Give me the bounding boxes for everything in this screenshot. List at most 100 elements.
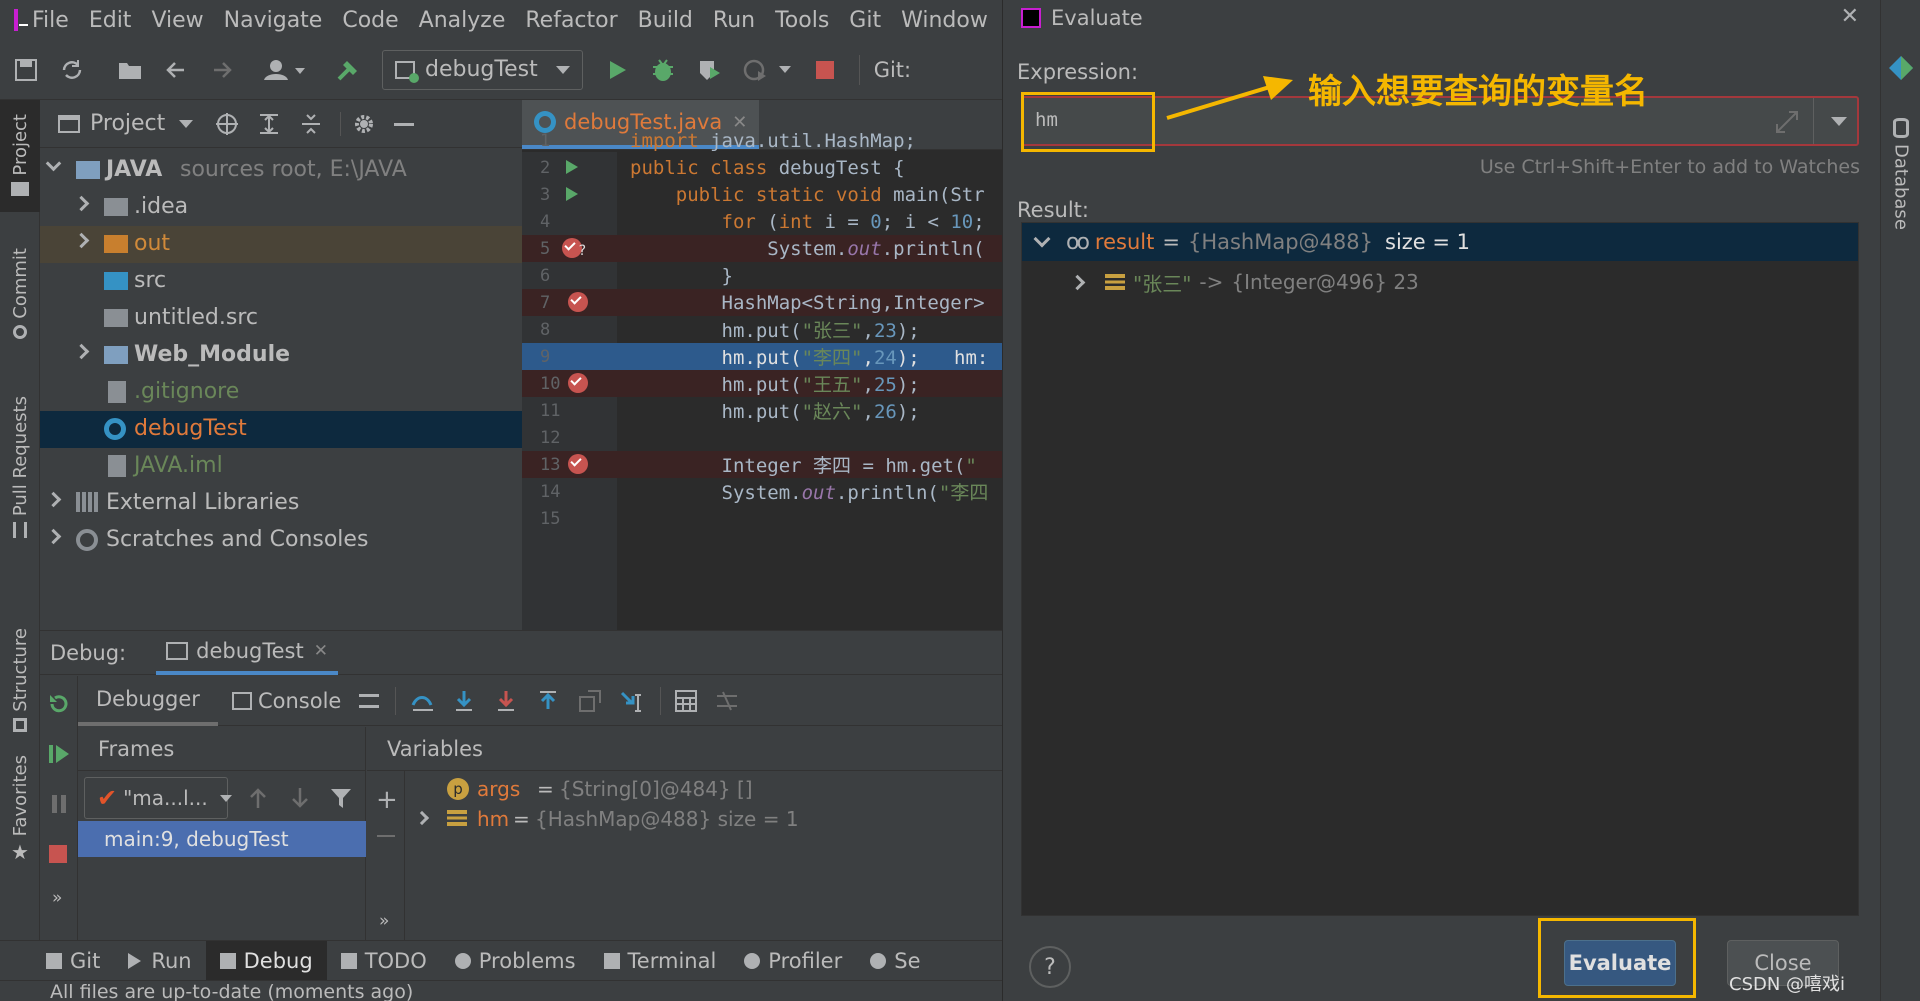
bottom-tab-problems[interactable]: Problems — [441, 941, 590, 981]
tree-item[interactable]: debugTest — [40, 411, 522, 448]
show-execution-point-icon[interactable] — [410, 689, 436, 713]
coverage-icon[interactable] — [689, 50, 729, 90]
evaluate-calculator-icon[interactable] — [675, 689, 698, 712]
project-panel-title[interactable]: Project — [90, 111, 165, 136]
tree-item[interactable]: External Libraries — [40, 485, 522, 522]
chevron-down-icon[interactable] — [179, 119, 194, 128]
stop-icon[interactable] — [805, 50, 845, 90]
menu-git[interactable]: Git — [849, 8, 881, 33]
code-line[interactable]: 11 hm.put("赵六",26); — [522, 397, 1002, 424]
run-more-dropdown-icon[interactable] — [778, 66, 791, 73]
user-dropdown-icon[interactable] — [260, 50, 310, 90]
tree-item[interactable]: Web_Module — [40, 337, 522, 374]
remove-watch-icon[interactable] — [377, 835, 395, 837]
minimize-icon[interactable] — [394, 123, 414, 126]
history-dropdown-icon[interactable] — [1831, 117, 1847, 126]
code-line[interactable]: 1 import java.util.HashMap; — [522, 127, 1002, 154]
chevron-down-icon[interactable] — [45, 155, 62, 172]
run-config-select[interactable]: debugTest — [382, 49, 583, 90]
menu-build[interactable]: Build — [638, 8, 693, 33]
pause-icon[interactable] — [47, 792, 71, 816]
bottom-tab-se[interactable]: Se — [856, 941, 934, 981]
chevron-right-icon[interactable] — [45, 491, 62, 508]
code-line[interactable]: 9 hm.put("李四",24); hm: — [522, 343, 1002, 370]
close-icon[interactable]: ✕ — [1841, 4, 1859, 29]
tab-database[interactable]: Database — [1881, 118, 1920, 230]
tab-debugger[interactable]: Debugger — [78, 676, 218, 726]
locate-target-icon[interactable] — [215, 112, 239, 136]
menu-edit[interactable]: Edit — [89, 8, 132, 33]
breakpoint-icon[interactable] — [568, 292, 588, 312]
git-label[interactable]: Git: — [874, 58, 911, 82]
step-into-icon[interactable] — [494, 689, 518, 713]
back-arrow-icon[interactable] — [156, 50, 196, 90]
run-gutter-icon[interactable] — [566, 187, 578, 201]
code-line[interactable]: 15 — [522, 505, 1002, 532]
menu-navigate[interactable]: Navigate — [224, 8, 323, 33]
bottom-tab-debug[interactable]: Debug — [205, 940, 327, 981]
code-line[interactable]: 2 public class debugTest { — [522, 154, 1002, 181]
tab-structure[interactable]: Structure — [0, 628, 40, 732]
frame-down-icon[interactable] — [290, 787, 310, 809]
bottom-tab-profiler[interactable]: Profiler — [730, 941, 856, 981]
tree-item[interactable]: .idea — [40, 189, 522, 226]
debug-bug-icon[interactable] — [643, 50, 683, 90]
expand-all-icon[interactable] — [257, 112, 281, 136]
menu-file[interactable]: File — [32, 8, 69, 33]
chevron-right-icon[interactable] — [73, 195, 90, 212]
filter-icon[interactable] — [330, 787, 352, 809]
menu-window[interactable]: Window — [901, 8, 988, 33]
frame-up-icon[interactable] — [248, 787, 268, 809]
layout-lines-icon[interactable] — [359, 693, 380, 708]
variable-row[interactable]: hm = {HashMap@488} size = 1 — [405, 805, 1002, 835]
run-icon[interactable] — [597, 50, 637, 90]
tree-item[interactable]: src — [40, 263, 522, 300]
result-row[interactable]: oo result = {HashMap@488} size = 1 — [1022, 223, 1858, 261]
run-to-cursor-icon[interactable] — [620, 689, 646, 713]
drop-frame-icon[interactable] — [578, 689, 602, 713]
run-gutter-icon[interactable] — [566, 160, 578, 174]
menu-tools[interactable]: Tools — [775, 8, 829, 33]
forward-arrow-icon[interactable] — [202, 50, 242, 90]
menu-view[interactable]: View — [151, 8, 203, 33]
bottom-tab-git[interactable]: Git — [0, 941, 114, 981]
chevron-right-icon[interactable] — [73, 343, 90, 360]
breakpoint-icon[interactable] — [568, 454, 588, 474]
code-line[interactable]: 5? System.out.println( — [522, 235, 1002, 262]
code-line[interactable]: 8 hm.put("张三",23); — [522, 316, 1002, 343]
bottom-tab-todo[interactable]: TODO — [327, 941, 441, 981]
tab-pull-requests[interactable]: Pull Requests — [0, 396, 40, 539]
collapse-all-icon[interactable] — [299, 112, 323, 136]
tab-project[interactable]: Project — [0, 114, 40, 196]
code-line[interactable]: 12 — [522, 424, 1002, 451]
save-all-icon[interactable] — [6, 50, 46, 90]
code-line[interactable]: 10 hm.put("王五",25); — [522, 370, 1002, 397]
rerun-icon[interactable] — [47, 692, 71, 716]
open-folder-icon[interactable] — [110, 50, 150, 90]
step-out-icon[interactable] — [536, 689, 560, 713]
code-line[interactable]: 14 System.out.println("李四 — [522, 478, 1002, 505]
thread-select[interactable]: ✔ "ma...l... — [84, 777, 232, 819]
tab-favorites[interactable]: Favorites ★ — [0, 755, 40, 864]
step-over-icon[interactable] — [452, 689, 476, 713]
build-hammer-icon[interactable] — [328, 50, 368, 90]
tree-item[interactable]: Scratches and Consoles — [40, 522, 522, 559]
trace-icon[interactable] — [715, 690, 739, 712]
close-icon[interactable]: ✕ — [314, 641, 328, 661]
more-icon[interactable]: » — [52, 888, 62, 908]
debug-session-tab[interactable]: debugTest ✕ — [156, 631, 338, 675]
chevron-right-icon[interactable] — [73, 232, 90, 249]
tree-item[interactable]: JAVA.iml — [40, 448, 522, 485]
stop-icon[interactable] — [48, 844, 68, 864]
tree-item[interactable]: .gitignore — [40, 374, 522, 411]
resume-icon[interactable] — [47, 742, 71, 766]
tab-console[interactable]: Console — [218, 676, 355, 726]
tree-item[interactable]: out — [40, 226, 522, 263]
variable-row[interactable]: p args = {String[0]@484} [] — [405, 775, 1002, 805]
code-line[interactable]: 6 } — [522, 262, 1002, 289]
code-line[interactable]: 13 Integer 李四 = hm.get(" — [522, 451, 1002, 478]
profiler-run-icon[interactable] — [735, 50, 775, 90]
breakpoint-icon[interactable] — [568, 373, 588, 393]
bottom-tab-run[interactable]: Run — [114, 941, 205, 981]
sync-icon[interactable] — [52, 50, 92, 90]
